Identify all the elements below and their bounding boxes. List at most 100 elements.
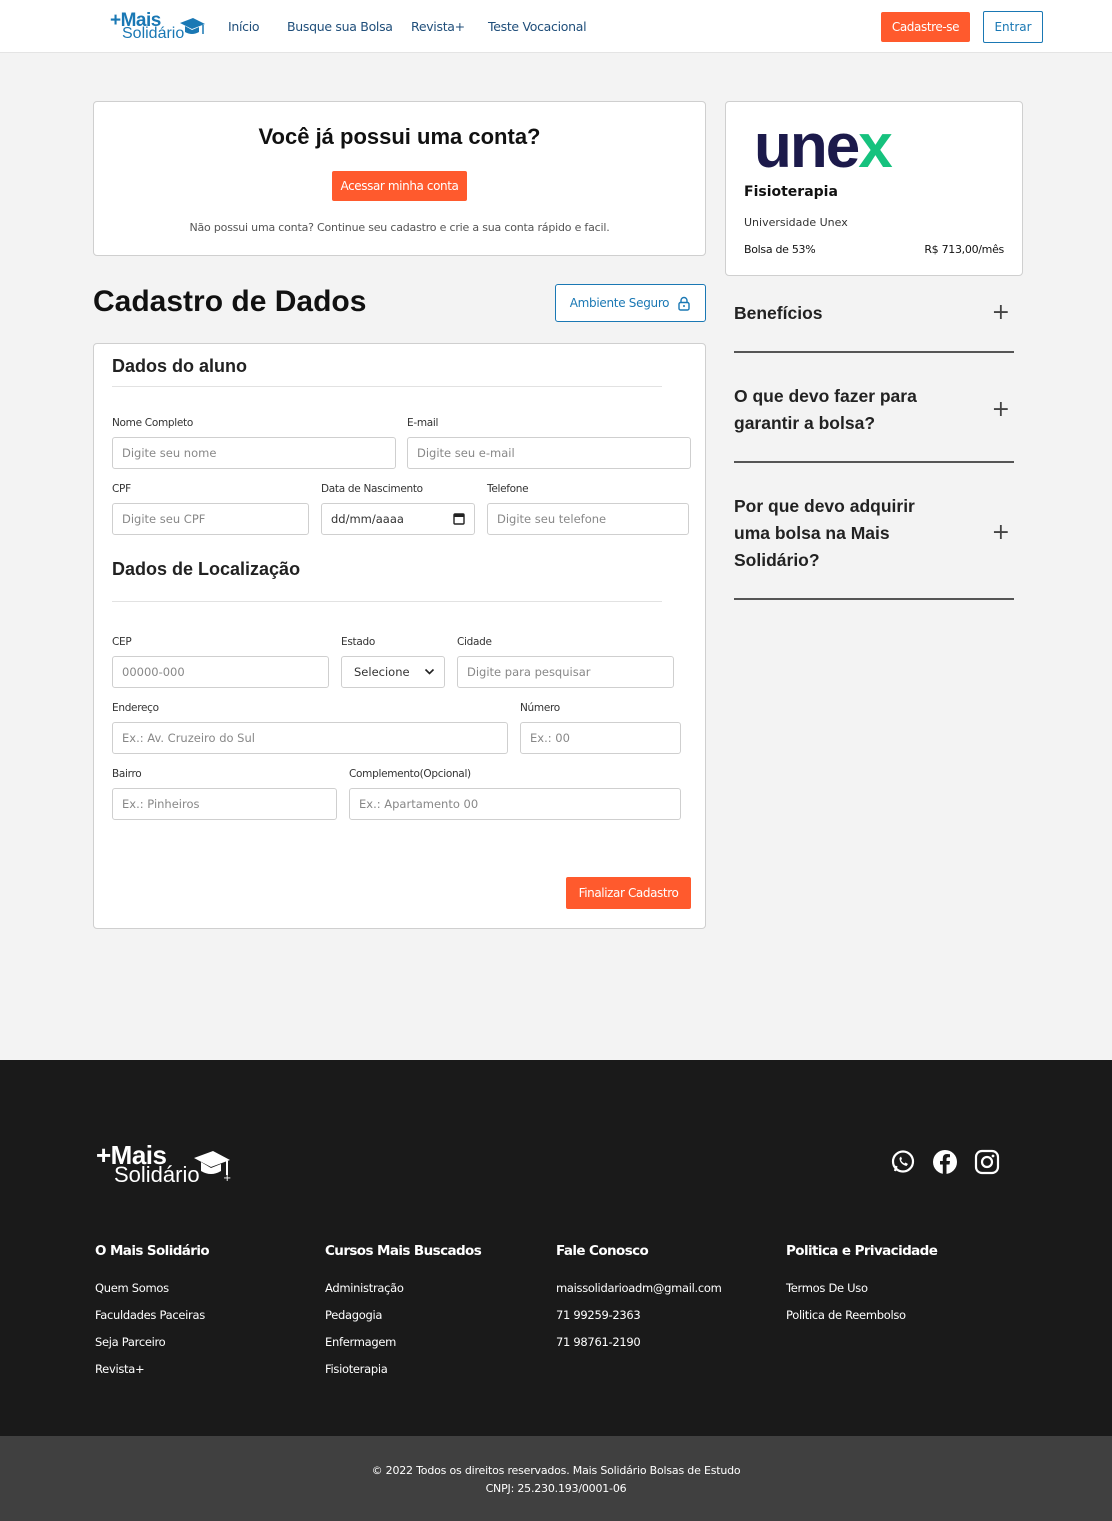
footer-column-title: Fale Conosco — [556, 1243, 649, 1259]
footer-link-fisioterapia[interactable]: Fisioterapia — [325, 1362, 388, 1376]
chevron-down-icon — [424, 668, 435, 675]
faq-question: O que devo fazer para garantir a bolsa? — [734, 386, 917, 433]
site-logo[interactable]: +Mais Solidário — [110, 10, 206, 44]
course-price: R$ 713,00/mês — [924, 243, 1004, 256]
complement-input[interactable]: Ex.: Apartamento 00 — [349, 788, 681, 820]
secure-label: Ambiente Seguro — [569, 296, 670, 310]
finish-registration-button[interactable]: Finalizar Cadastro — [566, 877, 691, 909]
lock-icon — [678, 296, 690, 311]
login-button[interactable]: Entrar — [983, 11, 1043, 43]
plus-icon[interactable]: + — [992, 300, 1010, 325]
account-question-title: Você já possui uma conta? — [258, 124, 541, 149]
university-logo: unex — [754, 116, 893, 178]
scholarship-percent: Bolsa de 53% — [744, 243, 816, 256]
footer-link-administracao[interactable]: Administração — [325, 1281, 404, 1295]
city-label: Cidade — [457, 636, 492, 648]
footer-column-title: O Mais Solidário — [95, 1243, 210, 1259]
logo-text-main: une — [754, 112, 860, 181]
footer-contact-phone[interactable]: 71 98761-2190 — [556, 1335, 641, 1349]
nav-link-revista[interactable]: Revista+ — [411, 19, 465, 34]
footer-contact-phone[interactable]: 71 99259-2363 — [556, 1308, 641, 1322]
state-label: Estado — [341, 636, 375, 648]
number-input[interactable]: Ex.: 00 — [520, 722, 681, 754]
existing-account-box: Você já possui uma conta? Acessar minha … — [93, 101, 706, 256]
divider — [734, 598, 1014, 600]
logo-text-accent: x — [858, 112, 893, 181]
footer-contact-email[interactable]: maissolidarioadm@gmail.com — [556, 1281, 722, 1295]
birth-date-placeholder: dd/mm/aaaa — [331, 512, 404, 526]
divider — [734, 351, 1014, 353]
graduation-cap-icon — [180, 18, 205, 34]
birth-label: Data de Nascimento — [321, 483, 423, 495]
facebook-icon[interactable] — [932, 1149, 958, 1175]
footer-link-enfermagem[interactable]: Enfermagem — [325, 1335, 396, 1349]
email-label: E-mail — [407, 417, 439, 429]
faq-item-por-que-bolsa[interactable]: Por que devo adquirir uma bolsa na Mais … — [734, 493, 1014, 603]
number-label: Número — [520, 702, 560, 714]
nav-link-teste-vocacional[interactable]: Teste Vocacional — [488, 19, 587, 34]
faq-item-beneficios[interactable]: Benefícios + — [734, 300, 1014, 354]
account-note: Não possui uma conta? Continue seu cadas… — [189, 221, 610, 234]
course-card: unex Fisioterapia Universidade Unex Bols… — [725, 101, 1023, 276]
logo-text-bottom: Solidário — [122, 25, 185, 42]
copyright-bar: © 2022 Todos os direitos reservados. Mai… — [0, 1436, 1112, 1521]
instagram-icon[interactable] — [974, 1149, 1000, 1175]
secure-environment-badge[interactable]: Ambiente Seguro — [555, 284, 706, 322]
cep-label: CEP — [112, 636, 132, 648]
svg-text:+: + — [223, 1173, 231, 1181]
divider — [734, 461, 1014, 463]
faq-item-garantir-bolsa[interactable]: O que devo fazer para garantir a bolsa? … — [734, 383, 1014, 465]
district-label: Bairro — [112, 768, 142, 780]
phone-input[interactable]: Digite seu telefone — [487, 503, 689, 535]
divider — [112, 601, 662, 602]
footer-link-quem-somos[interactable]: Quem Somos — [95, 1281, 169, 1295]
nav-link-busque-bolsa[interactable]: Busque sua Bolsa — [287, 19, 393, 34]
footer: +Mais Solidário + O Mais Solidário Quem … — [0, 1060, 1112, 1436]
calendar-icon[interactable] — [453, 512, 465, 525]
footer-link-revista[interactable]: Revista+ — [95, 1362, 145, 1376]
graduation-cap-icon: + — [194, 1151, 231, 1181]
footer-link-faculdades[interactable]: Faculdades Paceiras — [95, 1308, 205, 1322]
city-input[interactable]: Digite para pesquisar — [457, 656, 674, 688]
footer-column-title: Politica e Privacidade — [786, 1243, 938, 1259]
district-input[interactable]: Ex.: Pinheiros — [112, 788, 337, 820]
plus-icon[interactable]: + — [992, 520, 1010, 545]
faq-question: Benefícios — [734, 303, 823, 323]
access-account-button[interactable]: Acessar minha conta — [332, 171, 467, 201]
footer-link-termos[interactable]: Termos De Uso — [786, 1281, 868, 1295]
birth-date-input[interactable]: dd/mm/aaaa — [321, 503, 475, 535]
cpf-input[interactable]: Digite seu CPF — [112, 503, 309, 535]
phone-label: Telefone — [487, 483, 529, 495]
state-selected-value: Selecione — [354, 665, 410, 679]
address-input[interactable]: Ex.: Av. Cruzeiro do Sul — [112, 722, 508, 754]
signup-button[interactable]: Cadastre-se — [881, 12, 970, 42]
state-select[interactable]: Selecione — [341, 656, 445, 688]
complement-label: Complemento(Opcional) — [349, 768, 471, 780]
divider — [112, 386, 662, 387]
footer-link-seja-parceiro[interactable]: Seja Parceiro — [95, 1335, 166, 1349]
nav-link-inicio[interactable]: Início — [228, 19, 260, 34]
name-input[interactable]: Digite seu nome — [112, 437, 396, 469]
course-name: Fisioterapia — [744, 184, 838, 200]
plus-icon[interactable]: + — [992, 397, 1010, 422]
footer-link-reembolso[interactable]: Politica de Reembolso — [786, 1308, 906, 1322]
cnpj-text: CNPJ: 25.230.193/0001-06 — [485, 1482, 627, 1495]
cep-input[interactable]: 00000-000 — [112, 656, 329, 688]
faq-question: Por que devo adquirir uma bolsa na Mais … — [734, 496, 915, 570]
footer-logo[interactable]: +Mais Solidário + — [96, 1140, 236, 1190]
name-label: Nome Completo — [112, 417, 193, 429]
address-label: Endereço — [112, 702, 159, 714]
cpf-label: CPF — [112, 483, 131, 495]
logo-text-bottom: Solidário — [114, 1162, 200, 1187]
whatsapp-icon[interactable] — [890, 1149, 916, 1175]
location-data-title: Dados de Localização — [112, 559, 301, 579]
footer-link-pedagogia[interactable]: Pedagogia — [325, 1308, 382, 1322]
registration-form: Dados do aluno Nome Completo Digite seu … — [93, 343, 706, 929]
page-title: Cadastro de Dados — [93, 285, 367, 318]
top-navbar: +Mais Solidário Início Busque sua Bolsa … — [0, 0, 1112, 53]
university-name: Universidade Unex — [744, 216, 848, 229]
email-input[interactable]: Digite seu e-mail — [407, 437, 691, 469]
student-data-title: Dados do aluno — [112, 356, 247, 376]
copyright-text: © 2022 Todos os direitos reservados. Mai… — [371, 1464, 741, 1477]
footer-column-title: Cursos Mais Buscados — [325, 1243, 482, 1259]
